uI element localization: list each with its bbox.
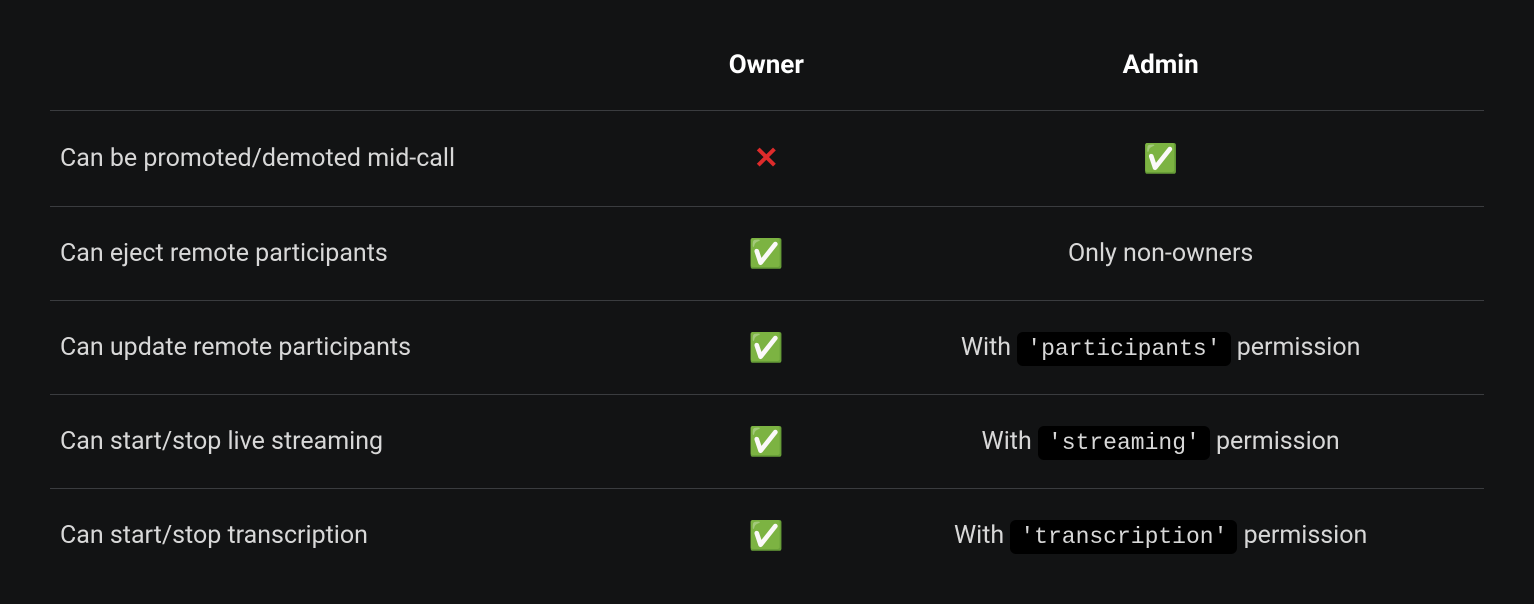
cell-owner: ✅ xyxy=(695,395,837,489)
cell-admin: With 'streaming' permission xyxy=(837,395,1484,489)
cell-admin: Only non-owners xyxy=(837,207,1484,301)
cell-suffix: permission xyxy=(1231,333,1361,362)
cell-admin: ✅ xyxy=(837,111,1484,207)
table-body: Can be promoted/demoted mid-call✕✅Can ej… xyxy=(50,111,1484,583)
cell-admin: With 'transcription' permission xyxy=(837,489,1484,583)
permission-code: 'transcription' xyxy=(1010,520,1237,554)
row-label: Can update remote participants xyxy=(50,301,695,395)
check-icon: ✅ xyxy=(749,237,784,270)
header-label xyxy=(50,30,695,111)
cell-suffix: permission xyxy=(1210,427,1340,456)
cell-suffix: permission xyxy=(1237,521,1367,550)
cell-owner: ✅ xyxy=(695,301,837,395)
table-row: Can start/stop transcription ✅ With 'trans… xyxy=(50,489,1484,583)
permission-code: 'streaming' xyxy=(1038,426,1210,460)
cell-owner: ✅ xyxy=(695,207,837,301)
cell-owner: ✅ xyxy=(695,489,837,583)
row-label: Can be promoted/demoted mid-call xyxy=(50,111,695,207)
check-icon: ✅ xyxy=(749,331,784,364)
row-label: Can start/stop transcription xyxy=(50,489,695,583)
permission-code: 'participants' xyxy=(1017,332,1230,366)
permissions-table: Owner Admin Can be promoted/demoted mid-… xyxy=(50,30,1484,582)
cell-prefix: With xyxy=(954,521,1010,550)
check-icon: ✅ xyxy=(1143,142,1178,175)
header-owner: Owner xyxy=(695,30,837,111)
table-header-row: Owner Admin xyxy=(50,30,1484,111)
cross-icon: ✕ xyxy=(754,141,779,176)
cell-prefix: With xyxy=(982,427,1038,456)
row-label: Can start/stop live streaming xyxy=(50,395,695,489)
table-row: Can eject remote participants ✅ Only non-o… xyxy=(50,207,1484,301)
cell-admin: With 'participants' permission xyxy=(837,301,1484,395)
cell-with-permission: With 'participants' permission xyxy=(961,333,1361,362)
cell-with-permission: With 'streaming' permission xyxy=(982,427,1340,456)
table-row: Can start/stop live streaming ✅ With 'stre… xyxy=(50,395,1484,489)
cell-owner: ✕ xyxy=(695,111,837,207)
cell-text: Only non-owners xyxy=(1068,239,1253,268)
check-icon: ✅ xyxy=(749,519,784,552)
table-row: Can update remote participants ✅ With 'par… xyxy=(50,301,1484,395)
header-admin: Admin xyxy=(837,30,1484,111)
table-row: Can be promoted/demoted mid-call ✕ ✅ xyxy=(50,111,1484,207)
check-icon: ✅ xyxy=(749,425,784,458)
cell-prefix: With xyxy=(961,333,1017,362)
row-label: Can eject remote participants xyxy=(50,207,695,301)
cell-with-permission: With 'transcription' permission xyxy=(954,521,1367,550)
